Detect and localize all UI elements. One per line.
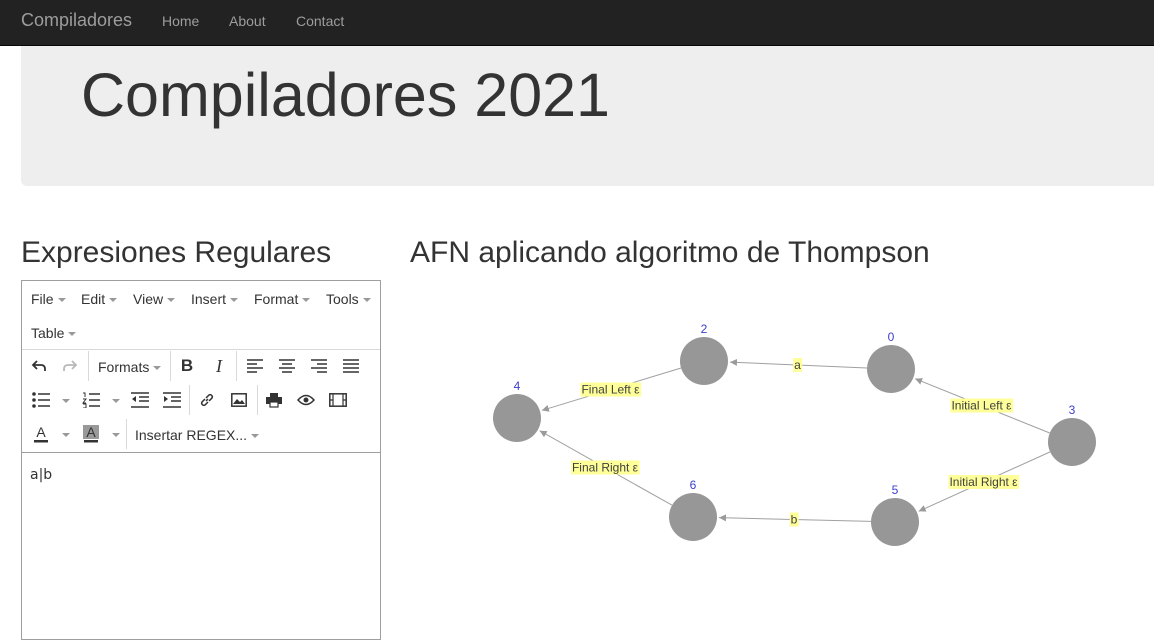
menu-file[interactable]: File [31, 291, 66, 307]
menu-view[interactable]: View [133, 291, 176, 307]
menu-tools[interactable]: Tools [326, 291, 371, 307]
media-icon[interactable] [325, 387, 351, 413]
toolbar-separator [257, 385, 258, 415]
state-label-6: 6 [690, 478, 697, 492]
toolbar-separator [236, 351, 237, 381]
toolbar-separator [126, 419, 127, 449]
chevron-down-icon [362, 298, 371, 303]
edge-label-text: Final Right ε [572, 461, 639, 475]
formats-label: Formats [98, 359, 150, 375]
editor-menubar: File Edit View Insert Format Tools Table [22, 281, 380, 350]
editor-content[interactable]: a|b [30, 467, 52, 483]
state-node-3[interactable] [1048, 418, 1096, 466]
menu-format-label: Format [254, 291, 299, 307]
state-node-5[interactable] [871, 498, 919, 546]
page-title: Compiladores 2021 [81, 61, 610, 129]
menu-format[interactable]: Format [254, 291, 311, 307]
align-right-icon[interactable] [306, 353, 332, 379]
chevron-down-icon [68, 332, 77, 337]
toolbar-separator [170, 351, 171, 381]
menu-edit-label: Edit [81, 291, 106, 307]
chevron-down-icon[interactable] [112, 399, 120, 403]
edge-label-text: b [791, 513, 798, 527]
afn-heading: AFN aplicando algoritmo de Thompson [410, 236, 930, 269]
edge-label-text: Initial Left ε [951, 399, 1012, 413]
edge-label-5-6: b [789, 512, 799, 527]
state-node-6[interactable] [669, 493, 717, 541]
state-node-2[interactable] [680, 337, 728, 385]
menu-tools-label: Tools [326, 291, 359, 307]
state-label-0: 0 [888, 330, 895, 344]
chevron-down-icon[interactable] [62, 433, 70, 437]
chevron-down-icon [167, 298, 176, 303]
indent-icon[interactable] [159, 387, 185, 413]
edge-label-3-0: Initial Left ε [950, 398, 1014, 413]
insert-regex-label: Insertar REGEX... [135, 427, 248, 443]
state-label-3: 3 [1069, 403, 1076, 417]
edge-label-text: Final Left ε [581, 383, 640, 397]
nav-link-about[interactable]: About [229, 13, 266, 29]
menu-view-label: View [133, 291, 164, 307]
state-label-2: 2 [701, 322, 708, 336]
chevron-down-icon [57, 298, 66, 303]
state-node-0[interactable] [867, 345, 915, 393]
state-label-4: 4 [514, 379, 521, 393]
align-justify-icon[interactable] [338, 353, 364, 379]
outdent-icon[interactable] [127, 387, 153, 413]
undo-icon[interactable] [26, 353, 52, 379]
jumbotron: Compiladores 2021 [21, 46, 1154, 186]
preview-icon[interactable] [293, 387, 319, 413]
regex-heading: Expresiones Regulares [21, 236, 332, 269]
chevron-down-icon [153, 366, 162, 371]
image-icon[interactable] [226, 387, 252, 413]
align-center-icon[interactable] [274, 353, 300, 379]
link-icon[interactable] [194, 387, 220, 413]
chevron-down-icon [109, 298, 118, 303]
afn-graph: a Final Left ε Initial Left ε Initial Right… [493, 322, 1096, 546]
numbered-list-icon[interactable] [78, 387, 104, 413]
edge-label-text: a [794, 358, 801, 372]
edge-label-3-5: Initial Right ε [948, 475, 1020, 489]
navbar-brand[interactable]: Compiladores [21, 10, 132, 31]
italic-icon[interactable]: I [206, 353, 232, 379]
edge-label-6-4: Final Right ε [570, 460, 640, 475]
nav-link-home[interactable]: Home [162, 13, 199, 29]
menu-insert[interactable]: Insert [191, 291, 239, 307]
toolbar-separator [88, 351, 89, 381]
chevron-down-icon[interactable] [62, 399, 70, 403]
top-navbar: Compiladores Home About Contact [0, 0, 1154, 46]
rich-text-editor: File Edit View Insert Format Tools Table… [21, 280, 381, 640]
background-color-icon[interactable]: A [78, 421, 104, 447]
chevron-down-icon [251, 434, 260, 439]
print-icon[interactable] [261, 387, 287, 413]
svg-text:A: A [86, 425, 96, 440]
chevron-down-icon [230, 298, 239, 303]
menu-table[interactable]: Table [31, 325, 77, 341]
bold-icon[interactable]: B [174, 353, 200, 379]
state-label-5: 5 [892, 483, 899, 497]
menu-edit[interactable]: Edit [81, 291, 118, 307]
menu-table-label: Table [31, 325, 65, 341]
chevron-down-icon [302, 298, 311, 303]
menu-insert-label: Insert [191, 291, 227, 307]
menu-file-label: File [31, 291, 54, 307]
chevron-down-icon[interactable] [112, 433, 120, 437]
svg-text:A: A [36, 425, 46, 440]
text-color-icon[interactable]: A [28, 421, 54, 447]
nav-link-contact[interactable]: Contact [296, 13, 344, 29]
toolbar-separator [189, 385, 190, 415]
formats-dropdown[interactable]: Formats [98, 359, 162, 375]
align-left-icon[interactable] [242, 353, 268, 379]
insert-regex-dropdown[interactable]: Insertar REGEX... [135, 427, 260, 443]
edge-label-0-2: a [793, 358, 803, 372]
edge-label-2-4: Final Left ε [580, 382, 642, 397]
redo-icon[interactable] [57, 353, 83, 379]
bullet-list-icon[interactable] [28, 387, 54, 413]
editor-toolbar: Formats B I A A Insertar REGEX... [22, 349, 380, 453]
edge-label-text: Initial Right ε [949, 475, 1018, 489]
state-node-4[interactable] [493, 394, 541, 442]
